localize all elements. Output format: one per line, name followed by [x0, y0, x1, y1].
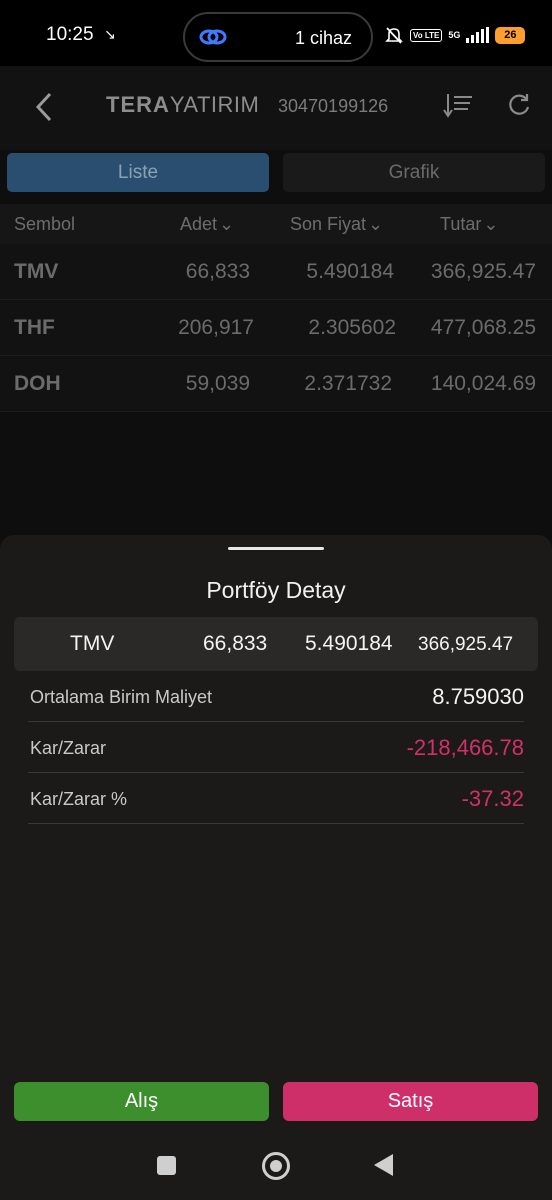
connected-devices-pill[interactable]: 1 cihaz — [183, 12, 373, 62]
account-number: 30470199126 — [278, 96, 389, 116]
selected-last-price: 5.490184 — [305, 632, 393, 655]
brand-name-bold: TERA — [106, 92, 170, 117]
table-header: Sembol Adet ⌄ Son Fiyat ⌄ Tutar ⌄ — [0, 204, 552, 244]
selected-position-row: TMV 66,833 5.490184 366,925.47 — [14, 617, 538, 671]
network-type-label: 5G — [448, 30, 461, 40]
back-icon[interactable] — [374, 1154, 393, 1176]
detail-average-cost: Ortalama Birim Maliyet 8.759030 — [28, 671, 524, 722]
muted-bell-icon — [385, 27, 403, 44]
detail-value: -218,466.78 — [406, 735, 524, 760]
table-row[interactable]: DOH 59,039 2.371732 140,024.69 — [0, 356, 552, 412]
row-quantity: 206,917 — [178, 316, 254, 339]
column-header-adet[interactable]: Adet ⌄ — [180, 214, 234, 235]
row-symbol: TMV — [14, 260, 59, 283]
tab-grafik[interactable]: Grafik — [283, 153, 545, 192]
sort-icon[interactable] — [442, 92, 474, 120]
status-icons: Vo LTE 5G 26 — [384, 22, 526, 48]
network-activity-icon: ↘ — [104, 26, 116, 42]
battery-icon: 26 — [495, 26, 526, 44]
selected-symbol: TMV — [70, 632, 115, 655]
detail-profit-loss: Kar/Zarar -218,466.78 — [28, 722, 524, 773]
back-arrow-icon[interactable] — [34, 90, 54, 124]
status-time: 10:25 — [46, 24, 94, 45]
tab-liste[interactable]: Liste — [7, 153, 269, 192]
chevron-down-icon: ⌄ — [368, 214, 384, 234]
row-quantity: 59,039 — [185, 372, 250, 395]
refresh-icon[interactable] — [506, 92, 532, 118]
sheet-drag-handle[interactable] — [228, 547, 324, 550]
row-symbol: THF — [14, 316, 55, 339]
selected-quantity: 66,833 — [203, 632, 268, 655]
brand-name-light: YATIRIM — [169, 92, 260, 117]
table-row[interactable]: TMV 66,833 5.490184 366,925.47 — [0, 244, 552, 300]
sell-button[interactable]: Satış — [283, 1082, 538, 1121]
chevron-down-icon: ⌄ — [219, 214, 235, 234]
detail-profit-loss-percent: Kar/Zarar % -37.32 — [28, 773, 524, 824]
chevron-down-icon: ⌄ — [483, 214, 499, 234]
row-last-price: 2.305602 — [308, 316, 396, 339]
row-amount: 366,925.47 — [430, 260, 536, 283]
detail-value: -37.32 — [461, 786, 524, 811]
home-icon[interactable] — [262, 1152, 290, 1180]
row-quantity: 66,833 — [185, 260, 250, 283]
detail-label: Kar/Zarar % — [30, 789, 128, 809]
portfolio-detail-sheet: Portföy Detay TMV 66,833 5.490184 366,92… — [0, 535, 552, 1135]
status-bar: 10:25 ↘ 1 cihaz Vo LTE 5G 26 — [0, 0, 552, 66]
system-navigation-bar — [0, 1135, 552, 1200]
volte-icon: Vo LTE — [410, 28, 443, 42]
row-amount: 477,068.25 — [430, 316, 536, 339]
column-header-son-fiyat[interactable]: Son Fiyat ⌄ — [290, 214, 383, 235]
sheet-title: Portföy Detay — [206, 577, 346, 603]
detail-value: 8.759030 — [432, 684, 524, 709]
screen: 10:25 ↘ 1 cihaz Vo LTE 5G 26 TERAYATIRIM… — [0, 0, 552, 1200]
link-icon — [199, 29, 227, 45]
brand-logo: TERAYATIRIM — [106, 92, 259, 118]
recent-apps-icon[interactable] — [157, 1156, 176, 1175]
column-header-tutar[interactable]: Tutar ⌄ — [440, 214, 498, 235]
column-header-adet-label: Adet — [180, 214, 218, 234]
background-area — [0, 413, 552, 543]
table-row[interactable]: THF 206,917 2.305602 477,068.25 — [0, 300, 552, 356]
battery-level: 26 — [504, 28, 517, 41]
buy-button[interactable]: Alış — [14, 1082, 269, 1121]
column-header-sembol: Sembol — [14, 214, 76, 234]
signal-strength-icon — [466, 27, 490, 43]
row-last-price: 5.490184 — [306, 260, 394, 283]
row-amount: 140,024.69 — [430, 372, 536, 395]
row-last-price: 2.371732 — [304, 372, 392, 395]
detail-label: Kar/Zarar — [30, 738, 107, 758]
selected-amount: 366,925.47 — [418, 634, 514, 655]
connected-devices-label: 1 cihaz — [295, 28, 353, 48]
row-symbol: DOH — [14, 372, 61, 395]
column-header-tutar-label: Tutar — [440, 214, 482, 234]
column-header-son-fiyat-label: Son Fiyat — [290, 214, 367, 234]
detail-label: Ortalama Birim Maliyet — [30, 687, 213, 707]
app-header: TERAYATIRIM 30470199126 — [0, 66, 552, 150]
